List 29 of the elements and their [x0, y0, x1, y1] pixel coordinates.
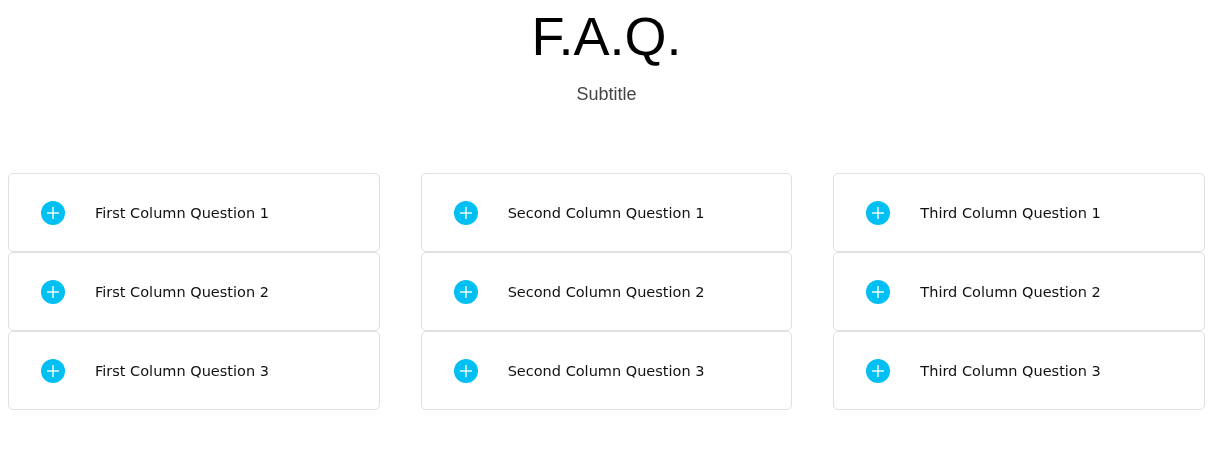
faq-item[interactable]: Third Column Question 3 [833, 331, 1205, 410]
page-title: F.A.Q. [530, 5, 683, 68]
plus-icon [866, 358, 891, 383]
faq-item[interactable]: Third Column Question 1 [833, 173, 1205, 252]
question-text: First Column Question 1 [95, 204, 269, 221]
faq-item[interactable]: Third Column Question 2 [833, 252, 1205, 331]
plus-icon [41, 200, 65, 225]
faq-item[interactable]: First Column Question 3 [8, 331, 380, 410]
faq-item[interactable]: First Column Question 2 [8, 252, 380, 331]
question-text: Second Column Question 1 [507, 204, 705, 221]
plus-icon [41, 358, 65, 383]
plus-icon [41, 279, 65, 304]
plus-icon [453, 358, 478, 383]
faq-item[interactable]: Second Column Question 2 [420, 252, 793, 331]
question-text: Third Column Question 3 [920, 362, 1101, 379]
plus-icon [866, 200, 891, 225]
faq-item[interactable]: Second Column Question 3 [420, 331, 793, 410]
question-text: First Column Question 3 [95, 362, 269, 379]
page-subtitle: Subtitle [575, 84, 638, 105]
question-text: First Column Question 2 [95, 283, 269, 300]
plus-icon [866, 279, 891, 304]
question-text: Third Column Question 2 [920, 283, 1101, 300]
plus-icon [453, 279, 478, 304]
question-text: Second Column Question 2 [507, 283, 705, 300]
question-text: Third Column Question 1 [920, 204, 1101, 221]
faq-item[interactable]: Second Column Question 1 [420, 173, 793, 252]
question-text: Second Column Question 3 [507, 362, 705, 379]
plus-icon [453, 200, 478, 225]
faq-item[interactable]: First Column Question 1 [8, 173, 380, 252]
